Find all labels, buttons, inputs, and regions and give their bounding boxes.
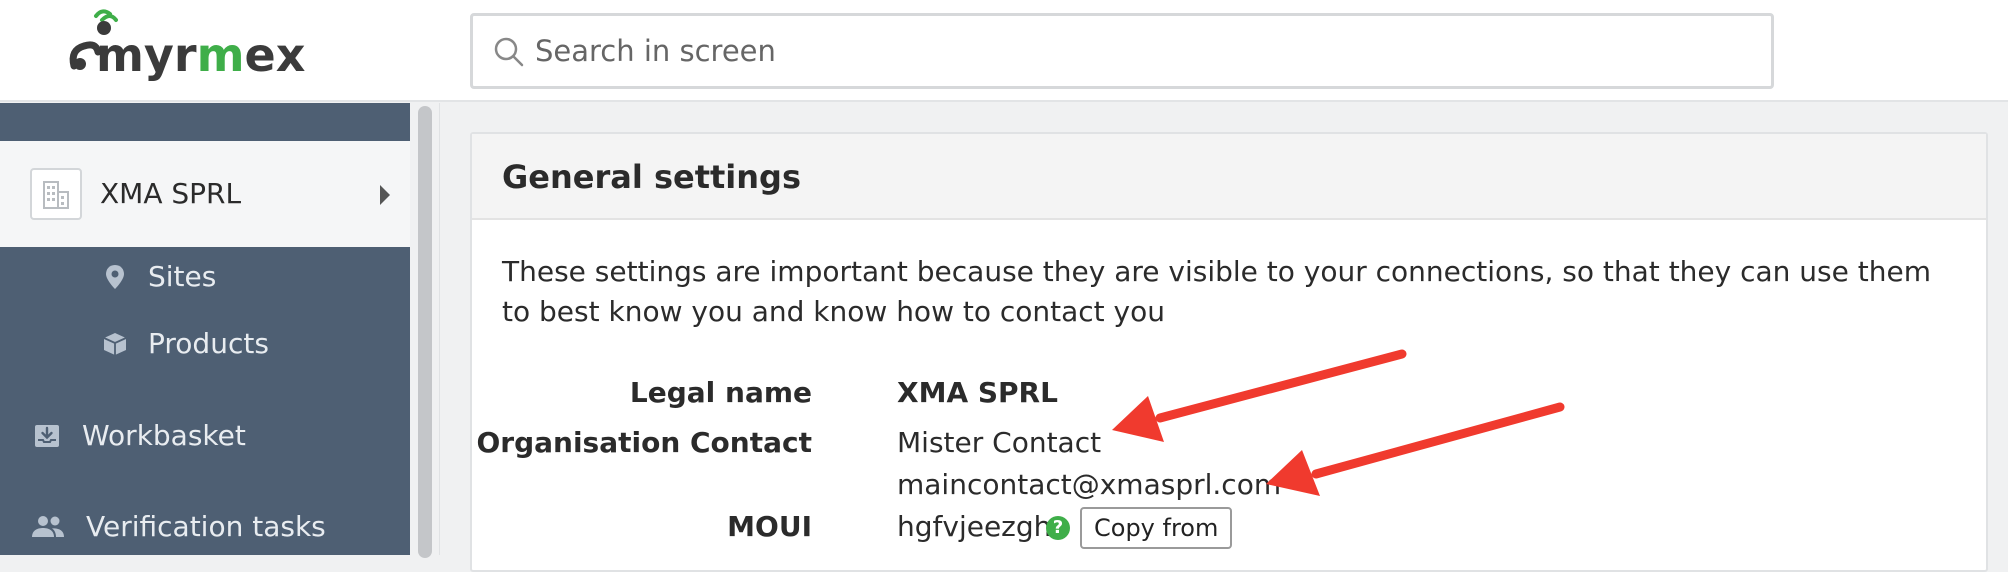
settings-description: These settings are important because the… — [502, 255, 1931, 328]
moui-value: hgfvjeezgh — [897, 510, 1052, 543]
logo-text: myrmex — [96, 28, 306, 82]
general-settings-card: General settings These settings are impo… — [470, 132, 1988, 572]
building-icon — [30, 168, 82, 220]
sidebar-item-label: Verification tasks — [86, 510, 326, 543]
search-box[interactable] — [470, 13, 1774, 89]
sidebar-item-products[interactable]: Products — [0, 315, 410, 375]
myrmex-logo[interactable]: myrmex — [66, 6, 316, 86]
copy-from-button[interactable]: Copy from — [1080, 507, 1233, 549]
org-contact-name: Mister Contact — [897, 426, 1102, 459]
sidebar-org-label: XMA SPRL — [100, 177, 242, 210]
search-input[interactable] — [535, 26, 1735, 76]
sidebar-item-organisation[interactable]: XMA SPRL — [0, 141, 410, 247]
sidebar-item-verification-tasks[interactable]: Verification tasks — [0, 498, 410, 558]
search-icon — [494, 37, 524, 67]
org-contact-email[interactable]: maincontact@xmasprl.com — [897, 468, 1281, 501]
card-title: General settings — [502, 158, 801, 196]
sidebar-item-label: Sites — [148, 260, 217, 293]
top-header: myrmex — [0, 0, 2008, 102]
moui-label: MOUI — [727, 510, 812, 543]
sidebar-scrollbar-thumb[interactable] — [418, 106, 432, 558]
caret-right-icon — [380, 185, 390, 205]
users-icon — [32, 516, 64, 537]
box-icon — [103, 333, 127, 355]
sidebar: XMA SPRL Sites Products Workbasket Verif… — [0, 103, 410, 555]
org-contact-label: Organisation Contact — [476, 426, 812, 459]
help-icon[interactable]: ? — [1046, 516, 1070, 540]
map-pin-icon — [106, 265, 124, 289]
sidebar-item-label: Products — [148, 327, 269, 360]
sidebar-top-strip — [0, 103, 410, 141]
card-header: General settings — [472, 134, 1986, 220]
sidebar-item-workbasket[interactable]: Workbasket — [0, 407, 410, 467]
legal-name-value: XMA SPRL — [897, 376, 1058, 409]
sidebar-item-sites[interactable]: Sites — [0, 248, 410, 308]
sidebar-item-label: Workbasket — [82, 419, 246, 452]
legal-name-label: Legal name — [629, 376, 812, 409]
inbox-icon — [35, 425, 59, 447]
